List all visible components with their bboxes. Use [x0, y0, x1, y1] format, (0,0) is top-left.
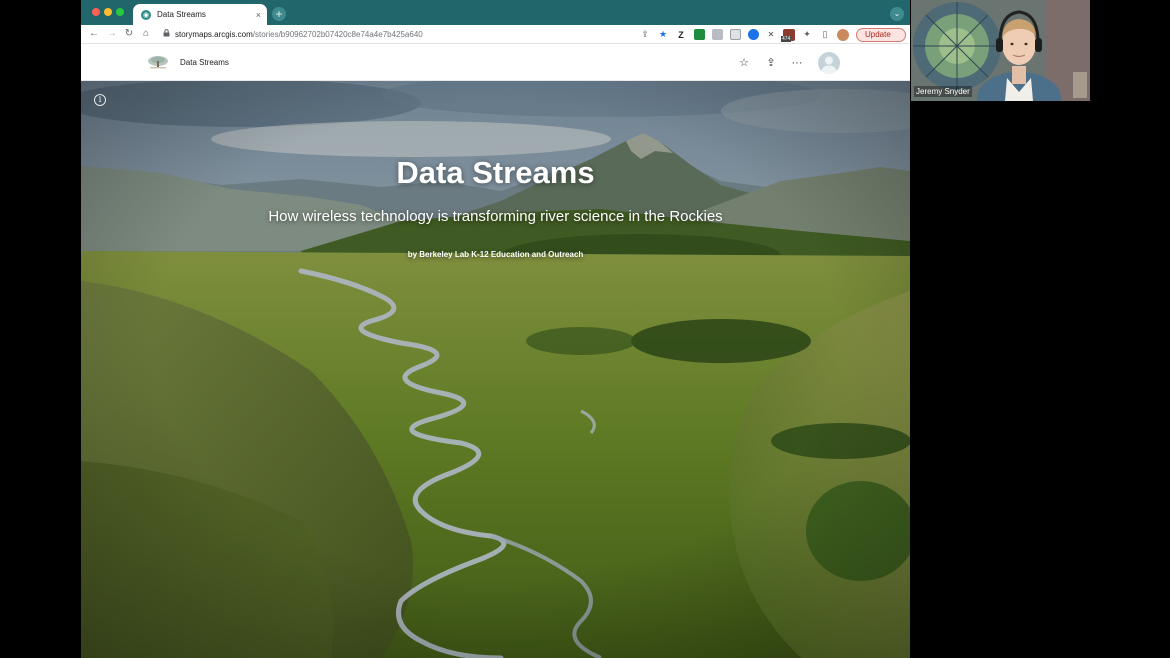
- forward-button[interactable]: →: [105, 27, 119, 41]
- more-options-icon[interactable]: ···: [789, 55, 805, 71]
- tab-strip: ◉ Data Streams × + ⌄: [81, 0, 910, 25]
- image-info-button[interactable]: i: [94, 94, 106, 106]
- close-icon[interactable]: ×: [256, 10, 261, 20]
- story-header: Data Streams ☆ ⇪ ···: [81, 45, 910, 81]
- lock-icon[interactable]: [163, 29, 170, 39]
- extension-x-icon[interactable]: ✕: [764, 28, 778, 42]
- close-window-button[interactable]: [92, 8, 100, 16]
- extension-badge-count: 474: [781, 35, 792, 42]
- toolbar-icons: ⇪ ★ Z ✕ 474 ✦ ▯ Update: [638, 26, 906, 43]
- url-path: /stories/b90962702b07420c8e74a4e7b425a64…: [252, 29, 423, 39]
- extension-box-icon[interactable]: [728, 28, 742, 42]
- extension-blue-icon[interactable]: [746, 28, 760, 42]
- bookmark-star-icon[interactable]: ★: [656, 28, 670, 42]
- tab-data-streams[interactable]: ◉ Data Streams ×: [133, 4, 267, 25]
- update-button[interactable]: Update: [856, 27, 906, 42]
- browser-window: ◉ Data Streams × + ⌄ ← → ↻ ⌂ storymaps.a…: [81, 0, 910, 658]
- profile-icon[interactable]: [836, 28, 850, 42]
- maximize-window-button[interactable]: [116, 8, 124, 16]
- account-avatar-icon[interactable]: [818, 52, 840, 74]
- side-panel-icon[interactable]: ▯: [818, 28, 832, 42]
- browser-toolbar: ← → ↻ ⌂ storymaps.arcgis.com /stories/b9…: [81, 25, 910, 44]
- back-button[interactable]: ←: [87, 27, 101, 41]
- storymaps-favicon-icon: ◉: [141, 9, 151, 20]
- address-bar[interactable]: storymaps.arcgis.com /stories/b90962702b…: [159, 26, 659, 42]
- url-host: storymaps.arcgis.com: [175, 29, 253, 39]
- video-participant-tile[interactable]: Jeremy Snyder: [911, 0, 1090, 101]
- story-logo-icon[interactable]: [147, 54, 169, 70]
- favorite-star-icon[interactable]: ☆: [736, 55, 752, 71]
- share-icon[interactable]: ⇪: [763, 55, 779, 71]
- story-byline: by Berkeley Lab K-12 Education and Outre…: [407, 250, 584, 259]
- story-subtitle: How wireless technology is transforming …: [268, 208, 723, 225]
- participant-name: Jeremy Snyder: [914, 86, 972, 97]
- extension-badge-icon[interactable]: 474: [781, 28, 796, 42]
- tab-search-button[interactable]: ⌄: [890, 7, 904, 21]
- reload-button[interactable]: ↻: [122, 27, 136, 41]
- story-title: Data Streams: [396, 155, 595, 190]
- home-button[interactable]: ⌂: [139, 27, 153, 41]
- share-page-icon[interactable]: ⇪: [638, 28, 652, 42]
- story-header-title[interactable]: Data Streams: [180, 58, 229, 67]
- new-tab-button[interactable]: +: [272, 7, 286, 21]
- story-cover: i Data Streams How wireless technology i…: [81, 81, 910, 658]
- extension-gray-icon[interactable]: [710, 28, 724, 42]
- extension-z-icon[interactable]: Z: [674, 28, 688, 42]
- extension-green-icon[interactable]: [692, 28, 706, 42]
- minimize-window-button[interactable]: [104, 8, 112, 16]
- extensions-puzzle-icon[interactable]: ✦: [800, 28, 814, 42]
- tab-title: Data Streams: [157, 10, 206, 19]
